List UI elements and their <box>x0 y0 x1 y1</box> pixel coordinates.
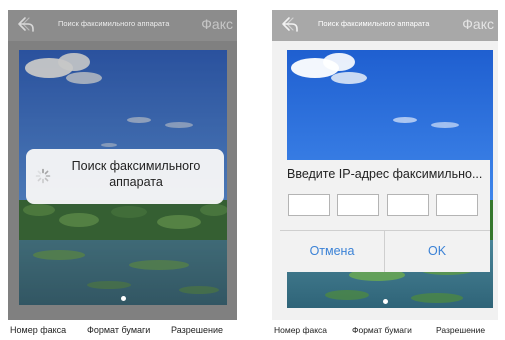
ip-octet-3-input[interactable] <box>387 194 429 216</box>
searching-message: Поиск факсимильного аппарата <box>71 159 201 189</box>
ip-octet-1-input[interactable] <box>288 194 330 216</box>
tab-paper-format[interactable]: Формат бумаги <box>87 325 150 335</box>
ip-octet-2-input[interactable] <box>337 194 379 216</box>
page-indicator-dot <box>383 299 388 304</box>
navigation-bar: Поиск факсимильного аппарата Факс <box>8 10 237 41</box>
navigation-bar: Поиск факсимильного аппарата Факс <box>272 10 498 41</box>
page-indicator-dot <box>120 296 126 301</box>
tab-resolution[interactable]: Разрешение <box>436 325 485 335</box>
fax-ip-entry-screen: Поиск факсимильного аппарата Факс Введит… <box>272 10 498 340</box>
tab-fax-number[interactable]: Номер факса <box>10 325 66 335</box>
fax-nav-button[interactable]: Факс <box>201 16 233 32</box>
nav-title: Поиск факсимильного аппарата <box>318 19 430 28</box>
nav-title: Поиск факсимильного аппарата <box>58 19 170 28</box>
dialog-title: Введите IP-адрес факсимильно... <box>287 167 483 181</box>
ip-octet-4-input[interactable] <box>436 194 478 216</box>
cancel-button[interactable]: Отмена <box>280 231 384 272</box>
fax-nav-button[interactable]: Факс <box>462 16 494 32</box>
searching-popup: Поиск факсимильного аппарата <box>26 149 224 204</box>
ip-address-dialog: Введите IP-адрес факсимильно... Отмена O… <box>280 160 490 272</box>
tab-fax-number[interactable]: Номер факса <box>274 325 327 335</box>
ok-button[interactable]: OK <box>385 231 489 272</box>
back-arrow-icon[interactable] <box>16 16 36 34</box>
back-arrow-icon[interactable] <box>280 16 300 34</box>
tab-resolution[interactable]: Разрешение <box>171 325 223 335</box>
tab-paper-format[interactable]: Формат бумаги <box>352 325 412 335</box>
loading-spinner-icon <box>35 168 51 184</box>
bottom-tab-bar: Номер факса Формат бумаги Разрешение <box>8 320 237 340</box>
bottom-tab-bar: Номер факса Формат бумаги Разрешение <box>272 320 498 340</box>
fax-search-screen: Поиск факсимильного аппарата Факс Поиск … <box>8 10 237 340</box>
